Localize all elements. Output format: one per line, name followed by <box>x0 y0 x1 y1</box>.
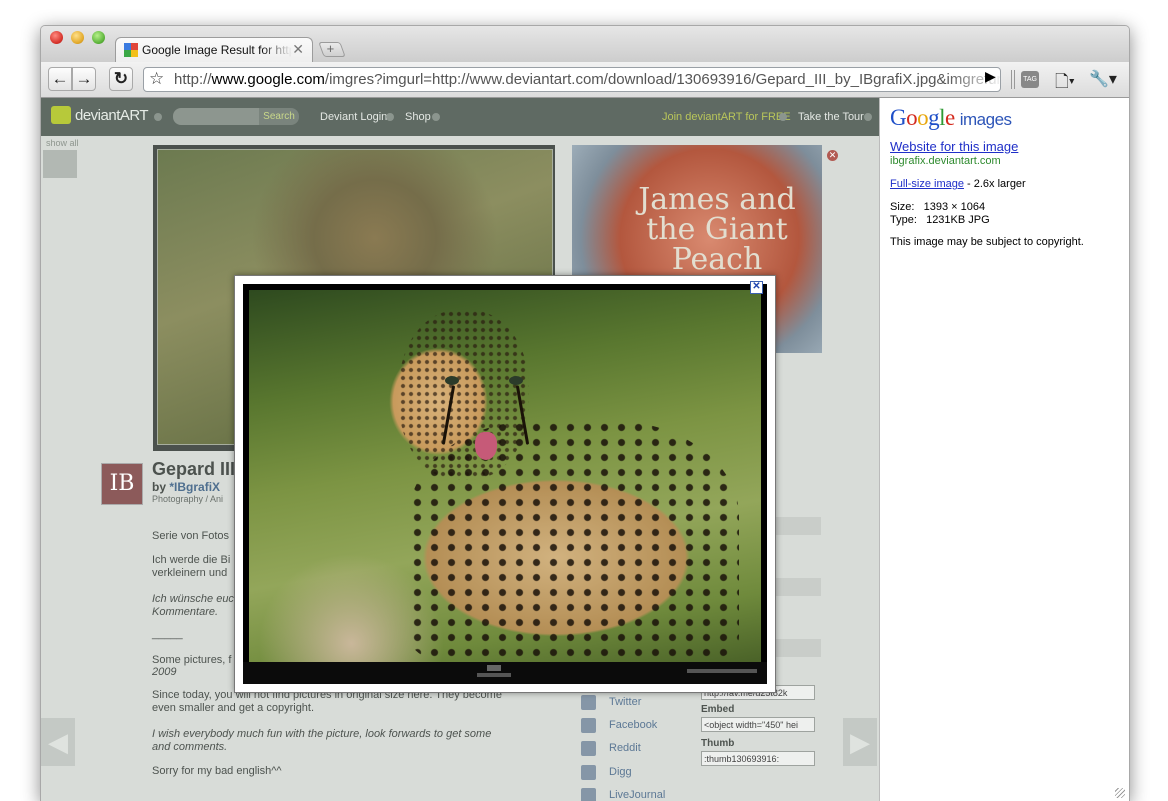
by-label: by <box>152 480 167 494</box>
deviantart-search-input[interactable] <box>173 108 259 125</box>
embed-code-field[interactable]: <object width="450" hei <box>701 717 815 732</box>
show-all-link[interactable]: show all <box>46 138 79 148</box>
eye <box>445 376 459 385</box>
tab-close-icon[interactable]: ✕ <box>292 41 304 58</box>
tab-title: Google Image Result for http://www.devia… <box>142 43 292 57</box>
dot-icon <box>779 113 787 121</box>
wrench-menu-icon[interactable]: 🔧▾ <box>1089 69 1117 89</box>
body-pattern <box>409 420 739 660</box>
dot-icon <box>154 113 162 121</box>
source-domain: ibgrafix.deviantart.com <box>890 155 1001 167</box>
caption-mark <box>487 665 501 671</box>
grid-view-icon[interactable] <box>43 150 77 178</box>
dot-icon <box>432 113 440 121</box>
toolbar-divider <box>1011 70 1012 89</box>
page-menu-icon[interactable]: 🗋▾ <box>1055 69 1075 98</box>
deviantart-header: deviantART Search Deviant Login Shop Joi… <box>41 98 879 136</box>
bookmark-star-icon[interactable]: ☆ <box>149 69 164 89</box>
artwork-category[interactable]: Photography / Ani <box>152 494 223 504</box>
new-tab-button[interactable]: + <box>318 41 346 57</box>
image-type: Type: 1231KB JPG <box>890 214 990 226</box>
close-preview-icon[interactable]: ✕ <box>750 281 763 294</box>
author-link[interactable]: *IBgrafiX <box>169 480 220 494</box>
ad-close-icon[interactable]: ✕ <box>827 150 838 161</box>
deviantart-logo-text[interactable]: deviantART <box>75 107 149 124</box>
next-arrow-icon[interactable]: ▶ <box>843 718 877 766</box>
description-line: and comments. <box>152 741 228 753</box>
dot-icon <box>386 113 394 121</box>
thumb-code-field[interactable]: :thumb130693916: <box>701 751 815 766</box>
back-button[interactable]: ← <box>48 67 72 91</box>
artwork-author: by *IBgrafiX <box>152 480 220 494</box>
avatar[interactable]: IB <box>101 463 143 505</box>
page-content: deviantART Search Deviant Login Shop Joi… <box>41 98 1129 801</box>
resize-grip-icon[interactable] <box>1115 788 1125 798</box>
eye <box>509 376 523 385</box>
address-bar[interactable]: ☆ http://www.google.com/imgres?imgurl=ht… <box>143 67 1001 92</box>
full-size-row: Full-size image - 2.6x larger <box>890 178 1026 190</box>
ad-title: James and the Giant Peach <box>638 182 796 277</box>
embed-label: Embed <box>701 704 735 715</box>
deviantart-search-button[interactable]: Search <box>259 108 299 125</box>
image-preview-modal: ✕ <box>234 275 776 693</box>
website-for-image-link[interactable]: Website for this image <box>890 139 1018 154</box>
cheetah-photo <box>249 290 761 662</box>
copyright-notice: This image may be subject to copyright. <box>890 236 1084 248</box>
previous-arrow-icon[interactable]: ◀ <box>41 718 75 766</box>
toolbar: ← → ↻ ☆ http://www.google.com/imgres?img… <box>41 62 1129 98</box>
dot-icon <box>864 113 872 121</box>
description-line: I wish everybody much fun with the pictu… <box>152 728 492 740</box>
shop-link[interactable]: Shop <box>405 111 431 123</box>
size-ratio: - 2.6x larger <box>963 178 1026 190</box>
window-close-button[interactable] <box>50 31 63 44</box>
tongue <box>475 432 497 460</box>
reddit-icon <box>581 741 596 756</box>
google-images-logo[interactable]: Google images <box>890 105 1012 131</box>
google-favicon-icon <box>124 43 138 57</box>
url-text[interactable]: http://www.google.com/imgres?imgurl=http… <box>174 71 1000 88</box>
digg-icon <box>581 765 596 780</box>
livejournal-icon <box>581 788 596 801</box>
facebook-icon <box>581 718 596 733</box>
description-line: even smaller and get a copyright. <box>152 702 315 714</box>
full-size-image-link[interactable]: Full-size image <box>890 178 964 190</box>
tag-extension-icon[interactable]: TAG <box>1021 71 1039 88</box>
tab-google-image-result[interactable]: Google Image Result for http://www.devia… <box>115 37 313 63</box>
deviantart-logo-icon[interactable] <box>51 106 71 124</box>
deviantart-page-frame: deviantART Search Deviant Login Shop Joi… <box>41 98 879 801</box>
caption-mark <box>477 673 511 677</box>
window-minimize-button[interactable] <box>71 31 84 44</box>
go-arrow-icon[interactable]: ▶ <box>985 68 996 85</box>
deviant-login-link[interactable]: Deviant Login <box>320 111 387 123</box>
tab-strip: Google Image Result for http://www.devia… <box>41 26 1129 63</box>
plus-icon: + <box>326 41 335 56</box>
take-tour-link[interactable]: Take the Tour <box>798 111 864 123</box>
thumb-label: Thumb <box>701 738 735 749</box>
join-link[interactable]: Join deviantART for FREE <box>662 111 791 123</box>
google-images-panel: Google images Website for this image ibgr… <box>879 98 1129 801</box>
caption-mark <box>687 669 757 673</box>
reload-button[interactable]: ↻ <box>109 67 133 91</box>
window-zoom-button[interactable] <box>92 31 105 44</box>
twitter-icon <box>581 695 596 710</box>
cheetah-image[interactable] <box>243 284 767 684</box>
forward-button[interactable]: → <box>72 67 96 91</box>
image-size: Size: 1393 × 1064 <box>890 201 986 213</box>
artwork-title: Gepard III <box>152 459 236 479</box>
description-line: Sorry for my bad english^^ <box>152 765 282 777</box>
image-caption-bar <box>243 662 767 684</box>
browser-window: Google Image Result for http://www.devia… <box>40 25 1130 801</box>
